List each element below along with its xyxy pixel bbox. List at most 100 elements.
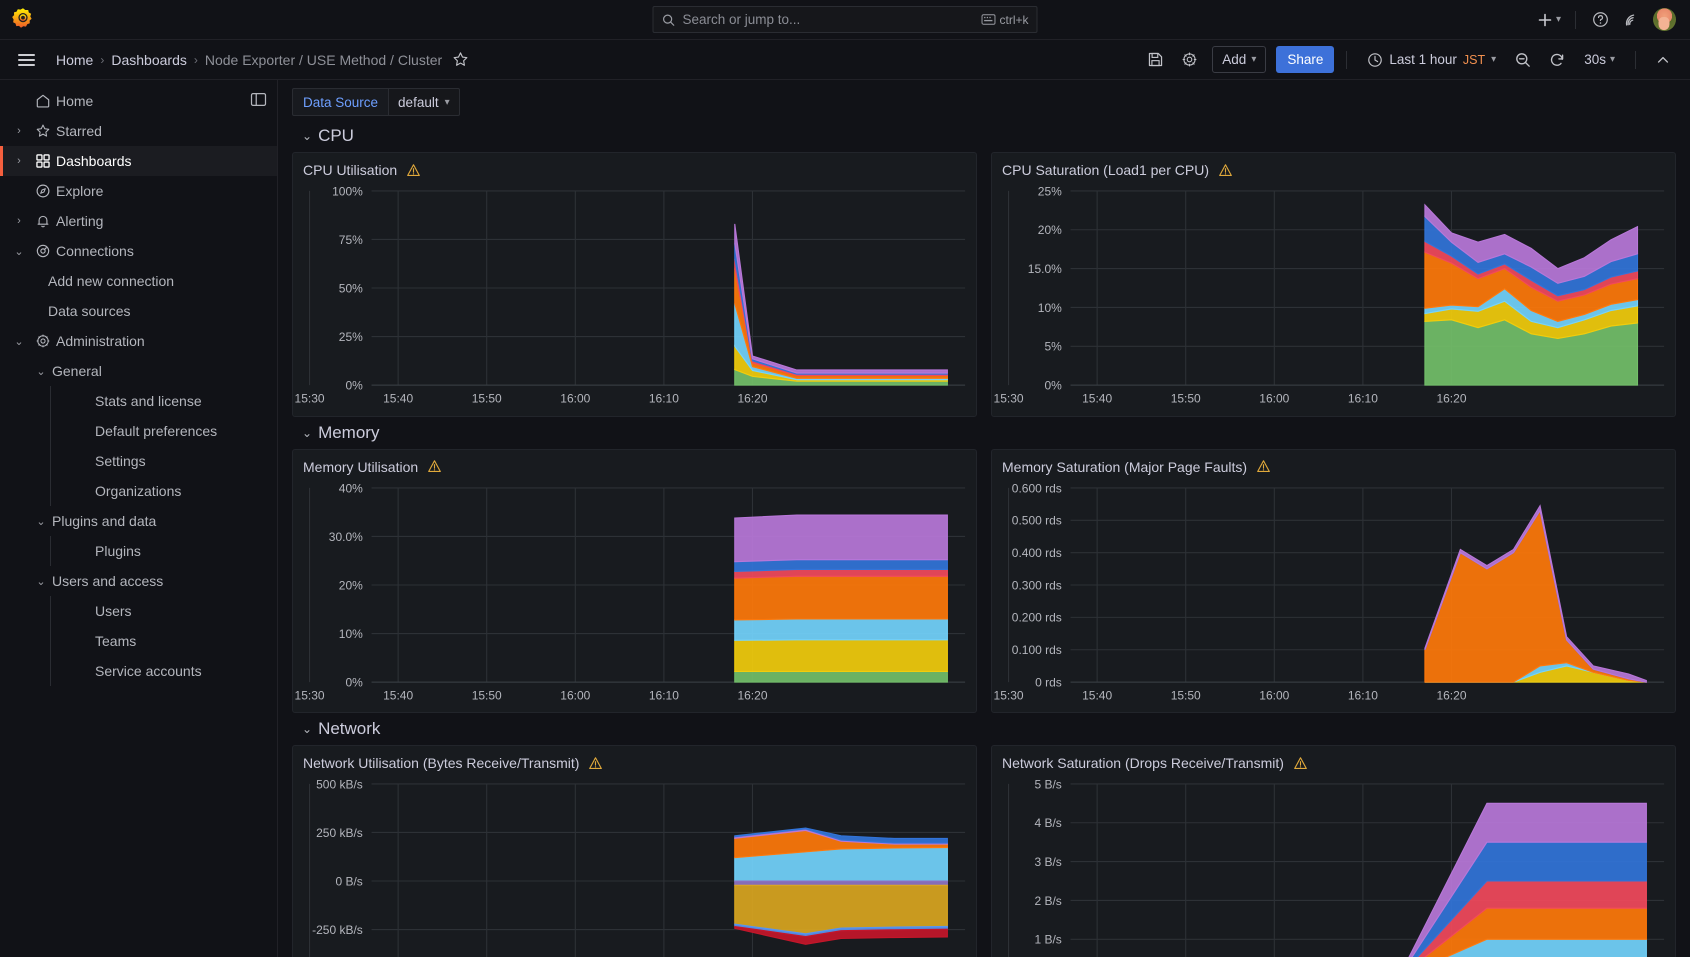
panel-title: Network Saturation (Drops Receive/Transm… — [1002, 755, 1284, 771]
hamburger-menu-icon[interactable] — [12, 46, 40, 74]
sidebar-item-explore[interactable]: Explore — [0, 176, 277, 206]
panel-memory-utilisation[interactable]: Memory Utilisation 0%10%20%30.0%40%15:30… — [292, 449, 977, 714]
datasource-variable-select[interactable]: default ▾ — [388, 88, 460, 116]
svg-text:3 B/s: 3 B/s — [1034, 855, 1061, 869]
svg-text:5 B/s: 5 B/s — [1034, 778, 1061, 792]
collapse-toolbar-button[interactable] — [1648, 46, 1678, 74]
sidebar-item-label: Plugins — [95, 543, 141, 559]
panel-header[interactable]: CPU Saturation (Load1 per CPU) — [992, 153, 1675, 180]
row-title: Network — [318, 719, 380, 739]
sidebar-item-add-new-connection[interactable]: Add new connection — [0, 266, 277, 296]
svg-text:15:30: 15:30 — [994, 688, 1024, 702]
chevron-right-icon[interactable]: › — [8, 215, 30, 227]
sidebar-item-administration[interactable]: ⌄ Administration — [0, 326, 277, 356]
add-panel-button[interactable]: Add ▾ — [1212, 46, 1266, 73]
warning-icon[interactable] — [1218, 163, 1233, 178]
sidebar-item-data-sources[interactable]: Data sources — [0, 296, 277, 326]
warning-icon[interactable] — [1293, 756, 1308, 771]
sidebar-item-home[interactable]: Home — [0, 86, 277, 116]
panel-chart: 0%5%10%15.0%20%25%15:3015:4015:5016:0016… — [992, 180, 1675, 416]
sidebar-item-organizations[interactable]: Organizations — [0, 476, 277, 506]
save-dashboard-button[interactable] — [1140, 46, 1170, 74]
svg-text:0%: 0% — [1044, 378, 1062, 392]
panel-header[interactable]: CPU Utilisation — [293, 153, 976, 180]
sidebar-item-service-accounts[interactable]: Service accounts — [0, 656, 277, 686]
chevron-right-icon[interactable]: › — [8, 155, 30, 167]
sidebar-item-general[interactable]: ⌄ General — [0, 356, 277, 386]
sidebar-item-dashboards[interactable]: › Dashboards — [0, 146, 277, 176]
sidebar-item-plugins-and-data[interactable]: ⌄ Plugins and data — [0, 506, 277, 536]
svg-text:20%: 20% — [1038, 223, 1062, 237]
warning-icon[interactable] — [1256, 459, 1271, 474]
panel-header[interactable]: Network Utilisation (Bytes Receive/Trans… — [293, 746, 976, 773]
add-new-button[interactable]: ▾ — [1533, 6, 1565, 34]
breadcrumb-item-home[interactable]: Home — [56, 52, 93, 68]
dashboard-settings-button[interactable] — [1174, 46, 1204, 74]
panel-network-utilisation[interactable]: Network Utilisation (Bytes Receive/Trans… — [292, 745, 977, 957]
breadcrumb-item-dashboards[interactable]: Dashboards — [111, 52, 187, 68]
sidebar-item-label: Users and access — [52, 573, 163, 589]
chevron-right-icon[interactable]: › — [8, 125, 30, 137]
zoom-out-time-button[interactable] — [1508, 46, 1538, 74]
panel-title: Network Utilisation (Bytes Receive/Trans… — [303, 755, 579, 771]
chevron-down-icon: ▾ — [1610, 54, 1615, 65]
sidebar-item-alerting[interactable]: › Alerting — [0, 206, 277, 236]
svg-text:15:50: 15:50 — [472, 392, 502, 406]
time-range-picker[interactable]: Last 1 hour JST ▾ — [1359, 46, 1504, 73]
network-saturation-chart: 1 B/s2 B/s3 B/s4 B/s5 B/s15:3015:4015:50… — [992, 773, 1675, 957]
sidebar-item-label: Administration — [56, 333, 145, 349]
profile-button[interactable] — [1650, 6, 1678, 34]
search-input[interactable]: Search or jump to... ctrl+k — [653, 6, 1038, 33]
sidebar-item-users[interactable]: Users — [0, 596, 277, 626]
help-button[interactable] — [1586, 6, 1614, 34]
warning-icon[interactable] — [406, 163, 421, 178]
refresh-interval-picker[interactable]: 30s ▾ — [1576, 46, 1623, 73]
svg-text:0 B/s: 0 B/s — [335, 875, 362, 889]
news-button[interactable] — [1616, 6, 1644, 34]
sidebar-item-plugins[interactable]: Plugins — [0, 536, 277, 566]
row-header-network[interactable]: ⌄ Network — [302, 719, 1676, 739]
svg-text:16:00: 16:00 — [1259, 392, 1289, 406]
chevron-down-icon[interactable]: ⌄ — [30, 575, 52, 588]
rss-icon — [1622, 11, 1639, 28]
row-header-memory[interactable]: ⌄ Memory — [302, 423, 1676, 443]
sidebar-item-users-and-access[interactable]: ⌄ Users and access — [0, 566, 277, 596]
svg-text:16:10: 16:10 — [649, 688, 679, 702]
panel-memory-saturation[interactable]: Memory Saturation (Major Page Faults) 0 … — [991, 449, 1676, 714]
panel-title: CPU Utilisation — [303, 162, 397, 178]
svg-text:100%: 100% — [332, 184, 363, 198]
svg-text:0.600 rds: 0.600 rds — [1012, 481, 1062, 495]
row-header-cpu[interactable]: ⌄ CPU — [302, 126, 1676, 146]
top-navigation-bar: Search or jump to... ctrl+k ▾ — [0, 0, 1690, 40]
svg-text:15:50: 15:50 — [472, 688, 502, 702]
search-shortcut-hint: ctrl+k — [981, 13, 1028, 27]
panel-cpu-saturation[interactable]: CPU Saturation (Load1 per CPU) 0%5%10%15… — [991, 152, 1676, 417]
warning-icon[interactable] — [427, 459, 442, 474]
sidebar-item-default-preferences[interactable]: Default preferences — [0, 416, 277, 446]
panel-header[interactable]: Memory Utilisation — [293, 450, 976, 477]
panel-network-saturation[interactable]: Network Saturation (Drops Receive/Transm… — [991, 745, 1676, 957]
sidebar-item-teams[interactable]: Teams — [0, 626, 277, 656]
share-button[interactable]: Share — [1276, 46, 1334, 73]
svg-text:40%: 40% — [339, 481, 363, 495]
chevron-down-icon[interactable]: ⌄ — [30, 515, 52, 528]
chevron-down-icon[interactable]: ⌄ — [30, 365, 52, 378]
grafana-logo[interactable] — [0, 7, 46, 32]
sidebar-item-connections[interactable]: ⌄ Connections — [0, 236, 277, 266]
chevron-down-icon[interactable]: ⌄ — [8, 335, 30, 348]
sidebar-item-starred[interactable]: › Starred — [0, 116, 277, 146]
panel-cpu-utilisation[interactable]: CPU Utilisation 0%25%50%75%100%15:3015:4… — [292, 152, 977, 417]
svg-text:2 B/s: 2 B/s — [1034, 894, 1061, 908]
cpu-utilisation-chart: 0%25%50%75%100%15:3015:4015:5016:0016:10… — [293, 180, 976, 416]
sidebar-item-stats-and-license[interactable]: Stats and license — [0, 386, 277, 416]
sidebar-item-label: Settings — [95, 453, 146, 469]
sidebar-item-settings[interactable]: Settings — [0, 446, 277, 476]
warning-icon[interactable] — [588, 756, 603, 771]
sidebar-item-label: Plugins and data — [52, 513, 156, 529]
svg-text:4 B/s: 4 B/s — [1034, 816, 1061, 830]
panel-header[interactable]: Network Saturation (Drops Receive/Transm… — [992, 746, 1675, 773]
chevron-down-icon[interactable]: ⌄ — [8, 245, 30, 258]
refresh-dashboard-button[interactable] — [1542, 46, 1572, 74]
panel-header[interactable]: Memory Saturation (Major Page Faults) — [992, 450, 1675, 477]
favorite-dashboard-button[interactable] — [452, 51, 469, 68]
